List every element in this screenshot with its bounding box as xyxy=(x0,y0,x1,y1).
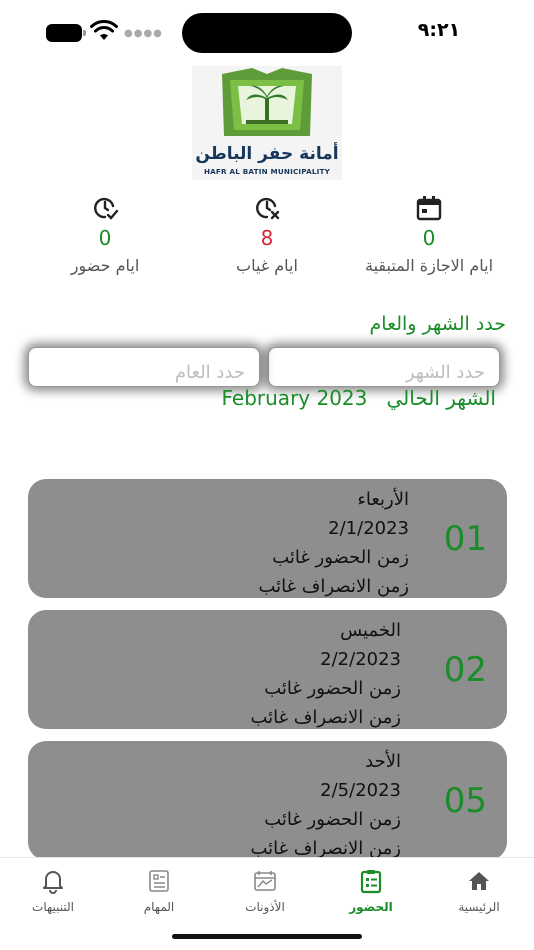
logo-title: أمانة حفر الباطن xyxy=(195,144,339,164)
day-date: 2/5/2023 xyxy=(320,780,401,801)
day-details: الخميس 2/2/2023 زمن الحضور غائب زمن الان… xyxy=(250,616,401,732)
clock-x-icon xyxy=(256,197,280,220)
stat-label: ايام حضور xyxy=(70,256,140,275)
day-check-in: زمن الحضور غائب xyxy=(264,678,401,699)
day-check-in: زمن الحضور غائب xyxy=(264,809,401,830)
tab-label: الرئيسية xyxy=(458,900,500,914)
day-details: الأربعاء 2/1/2023 زمن الحضور غائب زمن ال… xyxy=(258,485,409,601)
tab-permissions[interactable]: الأذونات xyxy=(212,868,318,914)
stat-attendance-days: 0 ايام حضور xyxy=(20,194,190,275)
stat-value: 0 xyxy=(422,226,436,250)
current-month: الشهر الحالي February 2023 xyxy=(222,386,497,410)
day-weekday: الخميس xyxy=(340,620,401,641)
tab-tasks[interactable]: المهام xyxy=(106,868,212,914)
day-check-in: زمن الحضور غائب xyxy=(272,547,409,568)
day-date: 2/2/2023 xyxy=(320,649,401,670)
wifi-icon xyxy=(90,20,118,40)
attendance-day-card[interactable]: الأحد 2/5/2023 زمن الحضور غائب زمن الانص… xyxy=(28,741,507,860)
day-details: الأحد 2/5/2023 زمن الحضور غائب زمن الانص… xyxy=(250,747,401,863)
tab-notifications[interactable]: التنبيهات xyxy=(0,868,106,914)
tab-label: التنبيهات xyxy=(32,900,74,914)
day-date: 2/1/2023 xyxy=(328,518,409,539)
stat-label: ايام الاجازة المتبقية xyxy=(364,256,494,275)
tasks-icon xyxy=(149,870,169,892)
tab-label: المهام xyxy=(143,900,175,914)
month-input[interactable] xyxy=(268,347,500,387)
day-weekday: الأحد xyxy=(365,751,401,772)
tab-attendance[interactable]: الحضور xyxy=(318,868,424,914)
stat-value: 0 xyxy=(98,226,112,250)
permissions-icon xyxy=(254,871,276,891)
home-icon xyxy=(469,872,489,890)
day-weekday: الأربعاء xyxy=(357,489,409,510)
home-indicator xyxy=(172,934,362,939)
stat-remaining-leave: 0 ايام الاجازة المتبقية xyxy=(344,194,514,275)
attendance-day-card[interactable]: الخميس 2/2/2023 زمن الحضور غائب زمن الان… xyxy=(28,610,507,729)
current-month-value: February 2023 xyxy=(221,386,368,410)
logo-subtitle: HAFR AL BATIN MUNICIPALITY xyxy=(203,167,331,176)
status-bar: ●●●● ٩:٢١ xyxy=(0,0,534,64)
day-number: 02 xyxy=(443,650,487,690)
tab-label: الأذونات xyxy=(245,900,285,914)
current-month-label: الشهر الحالي xyxy=(386,386,496,410)
tab-home[interactable]: الرئيسية xyxy=(426,868,532,914)
day-check-out: زمن الانصراف غائب xyxy=(258,576,409,597)
dynamic-island xyxy=(182,13,352,53)
attendance-day-card[interactable]: الأربعاء 2/1/2023 زمن الحضور غائب زمن ال… xyxy=(28,479,507,598)
stat-value: 8 xyxy=(260,226,274,250)
day-number: 05 xyxy=(443,781,487,821)
attendance-icon xyxy=(360,870,382,894)
year-input[interactable] xyxy=(28,347,260,387)
status-time: ٩:٢١ xyxy=(417,19,461,41)
signal-icon: ●●●● xyxy=(124,28,163,39)
municipality-logo: أمانة حفر الباطن HAFR AL BATIN MUNICIPAL… xyxy=(192,66,342,180)
filter-title: حدد الشهر والعام xyxy=(369,313,506,335)
tab-label: الحضور xyxy=(349,900,393,914)
calendar-icon xyxy=(416,196,442,221)
palm-emblem-icon xyxy=(222,68,312,136)
day-check-out: زمن الانصراف غائب xyxy=(250,707,401,728)
day-number: 01 xyxy=(443,519,487,559)
clock-check-icon xyxy=(94,197,119,220)
stat-absence-days: 8 ايام غياب xyxy=(182,194,352,275)
battery-icon xyxy=(46,24,86,42)
stat-label: ايام غياب xyxy=(236,256,298,275)
bell-icon xyxy=(43,871,63,894)
